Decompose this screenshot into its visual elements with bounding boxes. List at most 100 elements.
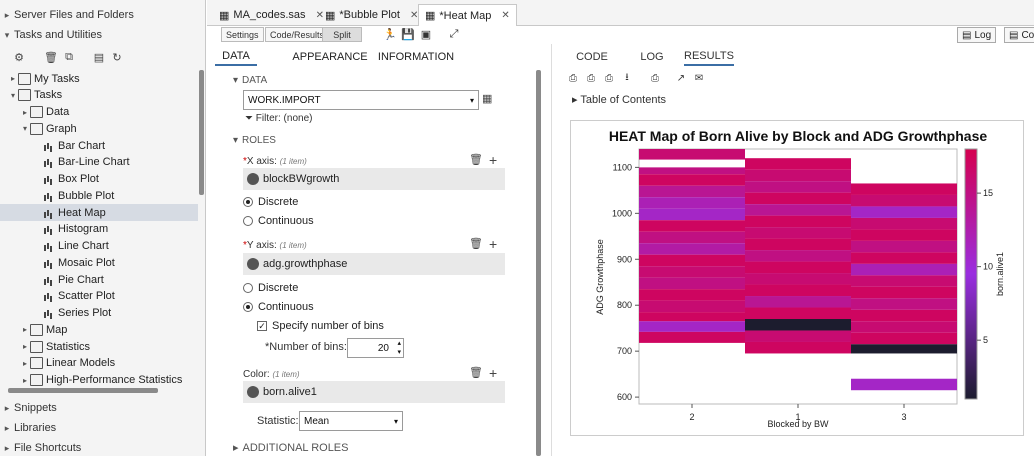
export-pdf-icon[interactable]: ⎙ [584,72,598,85]
x-continuous-radio[interactable]: Continuous [243,215,314,227]
chevron-right-icon[interactable]: ▸ [20,325,30,334]
heat-cell [639,300,745,313]
select-table-icon[interactable]: ▦ [482,92,492,105]
heat-cell [745,330,851,342]
tree-item-bar-line-chart[interactable]: Bar-Line Chart [0,154,198,171]
num-bins-stepper[interactable]: 20 ▴ ▾ [347,338,404,358]
chevron-down-icon[interactable]: ▾ [20,124,30,133]
tree-item-linear-models[interactable]: ▸ Linear Models [0,355,198,372]
chevron-right-icon[interactable]: ▸ [20,376,30,385]
tree-item-scatter-plot[interactable]: Scatter Plot [0,288,198,305]
y-discrete-radio[interactable]: Discrete [243,282,298,294]
trash-icon[interactable]: 🗑 [469,153,483,166]
chevron-right-icon[interactable]: ▸ [20,342,30,351]
dataset-select[interactable]: WORK.IMPORT ▾ [243,90,479,110]
split-view-button[interactable]: Split [322,27,362,42]
print-icon[interactable]: ⎙ [648,72,662,85]
tree-item-high-performance-statistics[interactable]: ▸ High-Performance Statistics [0,372,198,389]
color-variable[interactable]: born.alive1 [243,381,505,403]
open-new-window-icon[interactable]: ↗ [674,72,688,85]
code-file-icon: ▦ [219,9,230,22]
chevron-right-icon[interactable]: ▸ [20,359,30,368]
chevron-right-icon[interactable]: ▸ [8,74,18,83]
chevron-down-icon[interactable]: ▾ [8,91,18,100]
tree-item-series-plot[interactable]: Series Plot [0,305,198,322]
filter-label[interactable]: ⏷ Filter: (none) [245,113,312,124]
tab-bubble-plot[interactable]: ▦ *Bubble Plot ✕ [319,4,424,26]
section-snippets[interactable]: ▸ Snippets [0,399,57,417]
tab-code[interactable]: CODE [572,48,612,66]
email-icon[interactable]: ✉ [692,72,706,85]
run-icon[interactable]: 🏃 [383,28,397,41]
tab-appearance[interactable]: APPEARANCE [292,48,367,66]
tab-ma-codes[interactable]: ▦ MA_codes.sas ✕ [213,4,330,26]
tree-horizontal-scrollbar[interactable] [8,388,158,393]
tree-item-line-chart[interactable]: Line Chart [0,238,198,255]
export-html-icon[interactable]: ⎙ [566,72,580,85]
tab-heat-map[interactable]: ▦ *Heat Map ✕ [418,4,517,26]
section-libraries[interactable]: ▸ Libraries [0,419,56,437]
heat-cell [639,167,745,175]
tab-log[interactable]: LOG [632,48,672,66]
tree-item-box-plot[interactable]: Box Plot [0,171,198,188]
y-axis-title: ADG Growthphase [595,239,605,315]
code-results-view-button[interactable]: Code/Results [265,27,330,42]
tree-item-label: Graph [46,122,77,135]
tree-item-data[interactable]: ▸ Data [0,104,198,121]
tree-vertical-scrollbar[interactable] [199,70,204,195]
roles-section-header[interactable]: ▾ ROLES [233,135,276,146]
data-section-header[interactable]: ▾ DATA [233,75,267,86]
add-icon[interactable]: + [489,152,497,168]
save-icon[interactable]: 💾 [401,28,415,41]
new-task-icon[interactable]: ⚙ [12,50,26,64]
add-icon[interactable]: + [489,365,497,381]
log-button[interactable]: ▤ Log [957,27,997,43]
table-of-contents[interactable]: ▸ Table of Contents [572,93,666,106]
tree-item-heat-map[interactable]: Heat Map [0,204,198,221]
export-rtf-icon[interactable]: ⎙ [602,72,616,85]
section-server-files[interactable]: ▸ Server Files and Folders [0,6,134,24]
y-axis-variable[interactable]: adg.growthphase [243,253,505,275]
tab-information[interactable]: INFORMATION [378,48,454,66]
statistic-select[interactable]: Mean ▾ [299,411,403,431]
trash-icon[interactable]: 🗑 [469,237,483,250]
maximize-icon[interactable]: ⤢ [447,28,461,41]
close-icon[interactable]: ✕ [501,10,509,21]
specify-bins-checkbox[interactable]: ✓ Specify number of bins [257,320,384,332]
task-settings-panel: DATA APPEARANCE INFORMATION ▾ DATA WORK.I… [207,44,544,456]
x-axis-variable[interactable]: blockBWgrowth [243,168,505,190]
tree-item-map[interactable]: ▸ Map [0,321,198,338]
settings-view-button[interactable]: Settings [221,27,264,42]
tab-data[interactable]: DATA [215,48,257,66]
panel-scrollbar[interactable] [536,70,541,456]
additional-roles-header[interactable]: ▸ ADDITIONAL ROLES [233,441,348,455]
trash-icon[interactable]: 🗑 [469,366,483,379]
tree-item-mosaic-plot[interactable]: Mosaic Plot [0,254,198,271]
download-icon[interactable]: ⭳ [620,72,634,85]
refresh-icon[interactable]: ↻ [110,50,124,64]
tab-results[interactable]: RESULTS [684,48,734,66]
save-as-icon[interactable]: ▣ [419,28,433,41]
tree-item-my-tasks[interactable]: ▸ My Tasks [0,70,198,87]
delete-icon[interactable]: 🗑 [44,50,58,64]
tree-item-bar-chart[interactable]: Bar Chart [0,137,198,154]
section-title: DATA [242,75,268,86]
section-label: Tasks and Utilities [14,29,103,41]
tree-item-histogram[interactable]: Histogram [0,221,198,238]
chevron-right-icon[interactable]: ▸ [20,108,30,117]
x-discrete-radio[interactable]: Discrete [243,196,298,208]
y-continuous-radio[interactable]: Continuous [243,301,314,313]
tree-item-tasks[interactable]: ▾ Tasks [0,87,198,104]
section-file-shortcuts[interactable]: ▸ File Shortcuts [0,439,82,456]
stepper-arrows-icon[interactable]: ▴ ▾ [397,339,401,357]
collapse-all-icon[interactable]: ▤ [92,50,106,64]
code-button[interactable]: ▤Cod [1004,27,1034,43]
tree-item-bubble-plot[interactable]: Bubble Plot [0,187,198,204]
chevron-right-icon: ▸ [4,402,10,413]
section-tasks-utilities[interactable]: ▾ Tasks and Utilities [0,26,102,44]
add-icon[interactable]: + [489,236,497,252]
tree-item-graph[interactable]: ▾ Graph [0,120,198,137]
properties-icon[interactable]: ⧉ [62,50,76,64]
tree-item-statistics[interactable]: ▸ Statistics [0,338,198,355]
tree-item-pie-chart[interactable]: Pie Chart [0,271,198,288]
